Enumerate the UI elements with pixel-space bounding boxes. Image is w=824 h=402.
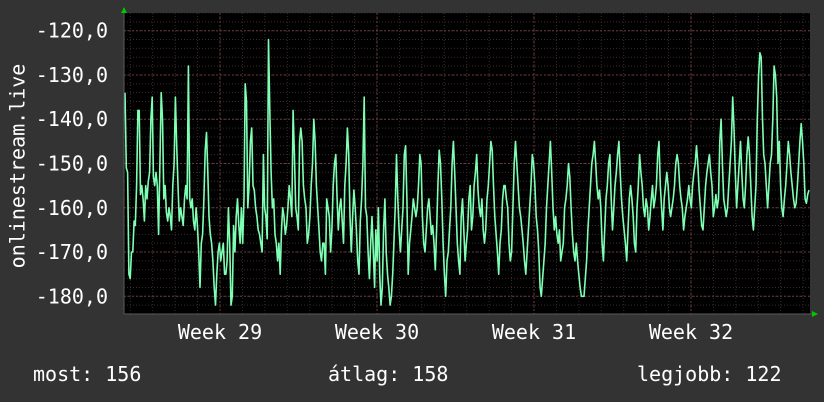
y-axis-tick-labels: -120,0 -130,0 -140,0 -150,0 -160,0 -170,0 -180… [36,19,108,309]
x-axis-tick-labels: Week 29 Week 30 Week 31 Week 32 [178,320,733,344]
average-value: átlag: 158 [328,362,449,386]
y-axis-arrow-icon [121,7,127,13]
x-tick-label: Week 31 [492,320,576,344]
y-tick-label: -170,0 [36,240,108,264]
best-value: legjobb: 122 [637,362,782,386]
y-tick-label: -130,0 [36,63,108,87]
y-tick-label: -140,0 [36,107,108,131]
y-tick-label: -150,0 [36,152,108,176]
x-tick-label: Week 29 [178,320,262,344]
y-tick-label: -160,0 [36,196,108,220]
x-tick-label: Week 30 [335,320,419,344]
x-axis-arrow-icon [812,311,818,317]
y-tick-label: -120,0 [36,19,108,43]
stream-chart: -120,0 -130,0 -140,0 -150,0 -160,0 -170,0 -180… [6,7,818,344]
y-tick-label: -180,0 [36,284,108,308]
y-axis-label: onlinestream.live [6,64,30,269]
current-value: most: 156 [33,362,142,386]
x-tick-label: Week 32 [649,320,733,344]
